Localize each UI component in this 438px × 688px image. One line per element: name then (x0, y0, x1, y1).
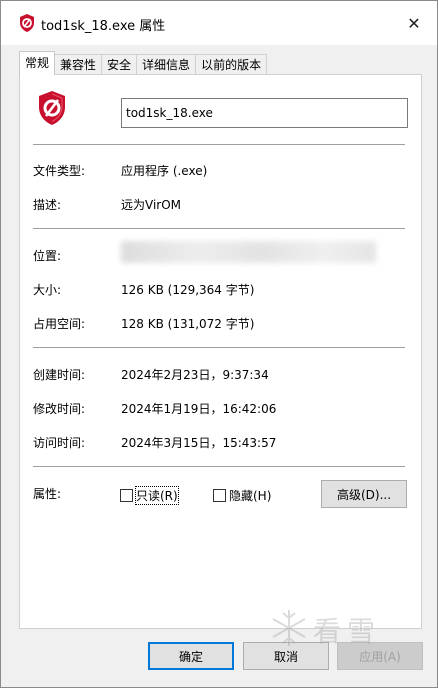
modified-value: 2024年1月19日，16:42:06 (121, 402, 277, 416)
tab-strip: 常规 兼容性 安全 详细信息 以前的版本 (19, 51, 268, 75)
close-icon: ✕ (407, 13, 421, 33)
file-type-label: 文件类型: (33, 164, 86, 178)
readonly-label: 只读(R) (135, 486, 179, 505)
size-value: 126 KB (129,364 字节) (121, 283, 255, 297)
tab-details[interactable]: 详细信息 (136, 54, 197, 75)
tab-compatibility[interactable]: 兼容性 (54, 54, 103, 75)
general-panel: 文件类型: 应用程序 (.exe) 描述: 远为VirOM 位置: 大小: 12… (19, 74, 422, 629)
checkbox-box[interactable] (120, 489, 133, 502)
advanced-button[interactable]: 高级(D)... (321, 480, 407, 508)
separator (33, 347, 405, 348)
hidden-label: 隐藏(H) (229, 489, 272, 503)
properties-dialog: tod1sk_18.exe 属性 ✕ 常规 兼容性 安全 详细信息 以前的版本 … (0, 0, 438, 688)
hidden-checkbox[interactable]: 隐藏(H) (213, 487, 271, 504)
description-label: 描述: (33, 198, 62, 212)
file-name-input[interactable] (121, 98, 408, 128)
created-value: 2024年2月23日，9:37:34 (121, 368, 269, 382)
modified-label: 修改时间: (33, 402, 86, 416)
accessed-label: 访问时间: (33, 436, 86, 450)
attributes-label: 属性: (33, 487, 62, 501)
shield-app-icon (39, 91, 65, 125)
tab-security[interactable]: 安全 (101, 54, 138, 75)
tab-general[interactable]: 常规 (19, 51, 56, 75)
separator (33, 228, 405, 229)
ok-button[interactable]: 确定 (148, 642, 234, 670)
accessed-value: 2024年3月15日，15:43:57 (121, 436, 277, 450)
close-button[interactable]: ✕ (391, 1, 437, 45)
shield-app-icon (20, 14, 34, 32)
disk-size-value: 128 KB (131,072 字节) (121, 317, 255, 331)
readonly-checkbox[interactable]: 只读(R) (120, 486, 179, 505)
file-type-value: 应用程序 (.exe) (121, 164, 208, 178)
separator (33, 144, 405, 145)
location-label: 位置: (33, 249, 62, 263)
size-label: 大小: (33, 283, 62, 297)
checkbox-box[interactable] (213, 489, 226, 502)
description-value: 远为VirOM (121, 198, 182, 212)
tab-previous-versions[interactable]: 以前的版本 (195, 54, 268, 75)
snowflake-icon (272, 610, 306, 646)
window-title: tod1sk_18.exe 属性 (41, 19, 166, 34)
title-bar: tod1sk_18.exe 属性 ✕ (1, 1, 437, 45)
location-value-redacted (121, 241, 376, 263)
watermark-text: 看雪 (313, 615, 382, 648)
disk-size-label: 占用空间: (33, 317, 86, 331)
created-label: 创建时间: (33, 368, 86, 382)
separator (33, 466, 405, 467)
watermark: 看雪 (269, 606, 429, 652)
